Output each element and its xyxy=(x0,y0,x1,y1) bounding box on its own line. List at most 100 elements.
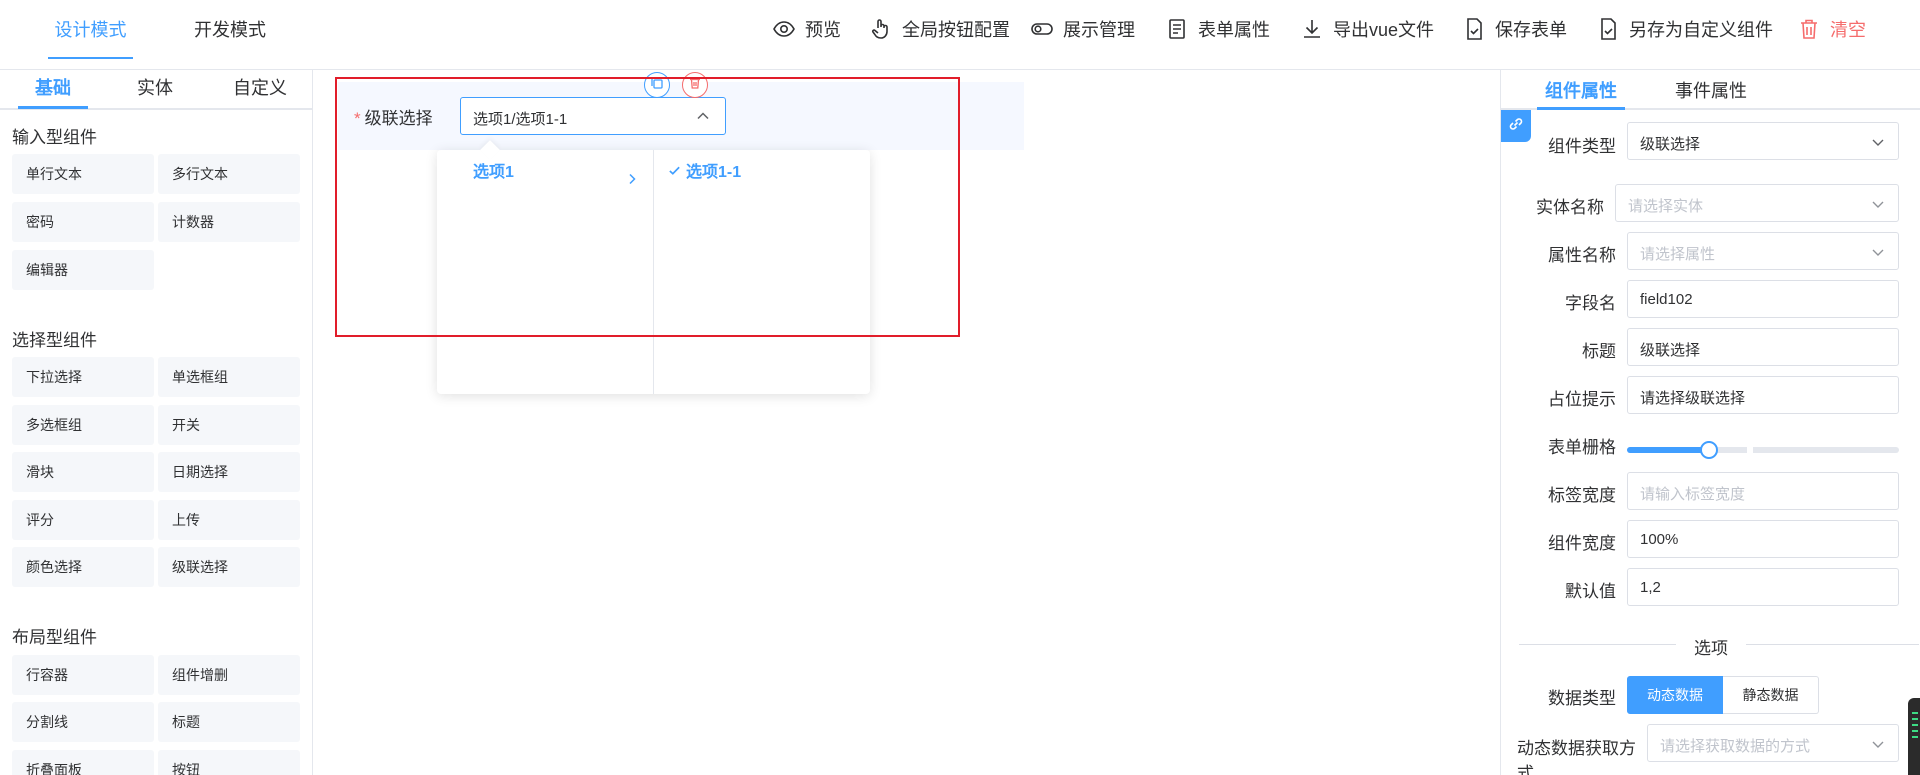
component-row-container[interactable]: 行容器 xyxy=(12,655,154,695)
display-management-button[interactable]: 展示管理 xyxy=(1030,0,1135,58)
component-checkbox-group[interactable]: 多选框组 xyxy=(12,405,154,445)
save-as-custom-component-button[interactable]: 另存为自定义组件 xyxy=(1596,0,1773,58)
cascader-option-level2[interactable]: 选项1-1 xyxy=(654,156,870,190)
component-width-value: 100% xyxy=(1640,531,1679,548)
required-mark: * xyxy=(354,109,361,128)
component-divider[interactable]: 分割线 xyxy=(12,702,154,742)
placeholder-input[interactable]: 请选择级联选择 xyxy=(1627,376,1899,414)
grid-span-slider[interactable] xyxy=(1627,441,1899,459)
component-radio-group[interactable]: 单选框组 xyxy=(158,357,300,397)
component-date-picker[interactable]: 日期选择 xyxy=(158,452,300,492)
data-type-dynamic-button[interactable]: 动态数据 xyxy=(1627,676,1723,714)
grid-span-label: 表单栅格 xyxy=(1548,438,1616,457)
component-multi-text[interactable]: 多行文本 xyxy=(158,154,300,194)
attribute-name-label: 属性名称 xyxy=(1548,246,1616,265)
component-type-value: 级联选择 xyxy=(1640,136,1701,153)
dock-indicator-line xyxy=(1912,712,1918,714)
tab-component-props[interactable]: 组件属性 xyxy=(1537,70,1625,110)
attribute-name-select[interactable]: 请选择属性 xyxy=(1627,232,1899,270)
component-password[interactable]: 密码 xyxy=(12,202,154,242)
clear-button[interactable]: 清空 xyxy=(1797,0,1866,58)
eye-icon xyxy=(772,17,796,41)
option-level1-label: 选项1 xyxy=(473,164,514,181)
copy-item-button[interactable] xyxy=(644,72,670,98)
dynamic-fetch-label: 动态数据获取方式 xyxy=(1517,739,1636,775)
group-title-input: 输入型组件 xyxy=(12,128,97,147)
default-value-text: 1,2 xyxy=(1640,579,1661,596)
mode-tab-indicator xyxy=(48,57,133,59)
dynamic-fetch-placeholder: 请选择获取数据的方式 xyxy=(1660,738,1811,755)
download-icon xyxy=(1300,17,1324,41)
title-value: 级联选择 xyxy=(1640,342,1701,359)
form-canvas[interactable]: * 级联选择 选项1/选项1-1 选项1 选项1-1 xyxy=(314,70,1499,765)
export-vue-label: 导出vue文件 xyxy=(1333,20,1435,40)
tab-basic[interactable]: 基础 xyxy=(18,70,88,110)
component-editor[interactable]: 编辑器 xyxy=(12,250,154,290)
component-width-label: 组件宽度 xyxy=(1548,534,1616,553)
component-switch[interactable]: 开关 xyxy=(158,405,300,445)
component-counter[interactable]: 计数器 xyxy=(158,202,300,242)
component-button[interactable]: 按钮 xyxy=(158,750,300,775)
field-label-text: 级联选择 xyxy=(364,109,433,128)
preview-button[interactable]: 预览 xyxy=(772,0,841,58)
cascader-option-level1[interactable]: 选项1 xyxy=(437,156,653,190)
side-dock-handle[interactable] xyxy=(1908,698,1920,775)
dock-indicator-line xyxy=(1912,736,1918,738)
chevron-up-icon xyxy=(695,108,711,124)
form-item-cascader[interactable]: * 级联选择 选项1/选项1-1 xyxy=(338,72,1024,150)
title-label: 标题 xyxy=(1582,342,1616,361)
field-name-input[interactable]: field102 xyxy=(1627,280,1899,318)
data-type-label: 数据类型 xyxy=(1548,689,1616,708)
component-library-panel: 基础 实体 自定义 输入型组件 单行文本 多行文本 密码 计数器 编辑器 选择型… xyxy=(0,70,313,775)
label-width-placeholder: 请输入标签宽度 xyxy=(1640,486,1746,503)
entity-name-select[interactable]: 请选择实体 xyxy=(1615,184,1899,222)
dynamic-fetch-select[interactable]: 请选择获取数据的方式 xyxy=(1647,724,1899,762)
cascader-dropdown: 选项1 选项1-1 xyxy=(437,140,870,394)
chevron-right-icon xyxy=(625,165,639,199)
library-tab-indicator xyxy=(18,106,88,109)
component-slider[interactable]: 滑块 xyxy=(12,452,154,492)
field-name-label: 字段名 xyxy=(1565,294,1616,313)
data-type-static-button[interactable]: 静态数据 xyxy=(1723,676,1819,714)
component-dropdown-select[interactable]: 下拉选择 xyxy=(12,357,154,397)
export-vue-button[interactable]: 导出vue文件 xyxy=(1300,0,1434,58)
slider-handle[interactable] xyxy=(1699,441,1718,459)
component-cascader[interactable]: 级联选择 xyxy=(158,547,300,587)
save-form-button[interactable]: 保存表单 xyxy=(1462,0,1567,58)
tab-dev-mode[interactable]: 开发模式 xyxy=(180,0,280,60)
field-name-value: field102 xyxy=(1640,291,1693,308)
default-value-input[interactable]: 1,2 xyxy=(1627,568,1899,606)
component-color-picker[interactable]: 颜色选择 xyxy=(12,547,154,587)
component-single-text[interactable]: 单行文本 xyxy=(12,154,154,194)
tab-custom[interactable]: 自定义 xyxy=(225,70,295,110)
component-width-input[interactable]: 100% xyxy=(1627,520,1899,558)
cascader-input[interactable]: 选项1/选项1-1 xyxy=(460,97,726,135)
component-type-select[interactable]: 级联选择 xyxy=(1627,122,1899,160)
option-level2-label: 选项1-1 xyxy=(686,164,742,181)
field-label: * 级联选择 xyxy=(354,104,433,129)
component-upload[interactable]: 上传 xyxy=(158,500,300,540)
tab-event-props[interactable]: 事件属性 xyxy=(1667,70,1755,110)
tab-entity[interactable]: 实体 xyxy=(120,70,190,110)
label-width-input[interactable]: 请输入标签宽度 xyxy=(1627,472,1899,510)
toggle-icon xyxy=(1030,17,1054,41)
properties-tab-indicator xyxy=(1537,107,1625,110)
save-as-component-label: 另存为自定义组件 xyxy=(1629,20,1773,40)
check-icon xyxy=(668,156,686,190)
delete-item-button[interactable] xyxy=(682,72,708,98)
title-input[interactable]: 级联选择 xyxy=(1627,328,1899,366)
attribute-name-placeholder: 请选择属性 xyxy=(1640,246,1716,263)
properties-panel: 组件属性 事件属性 组件类型 级联选择 实体名称 请选择实体 属性名称 请选择属… xyxy=(1500,70,1920,775)
group-title-select: 选择型组件 xyxy=(12,331,97,350)
component-rate[interactable]: 评分 xyxy=(12,500,154,540)
form-properties-button[interactable]: 表单属性 xyxy=(1165,0,1270,58)
top-toolbar: 设计模式 开发模式 预览 全局按钮配置 展示管理 表单属性 导出vue文件 保存… xyxy=(0,0,1920,70)
slider-step-gap xyxy=(1746,447,1753,453)
component-add-remove[interactable]: 组件增删 xyxy=(158,655,300,695)
component-collapse[interactable]: 折叠面板 xyxy=(12,750,154,775)
component-heading[interactable]: 标题 xyxy=(158,702,300,742)
trash-icon xyxy=(688,76,702,95)
global-buttons-config-button[interactable]: 全局按钮配置 xyxy=(869,0,1010,58)
tab-design-mode[interactable]: 设计模式 xyxy=(48,0,133,60)
global-buttons-label: 全局按钮配置 xyxy=(902,20,1010,40)
